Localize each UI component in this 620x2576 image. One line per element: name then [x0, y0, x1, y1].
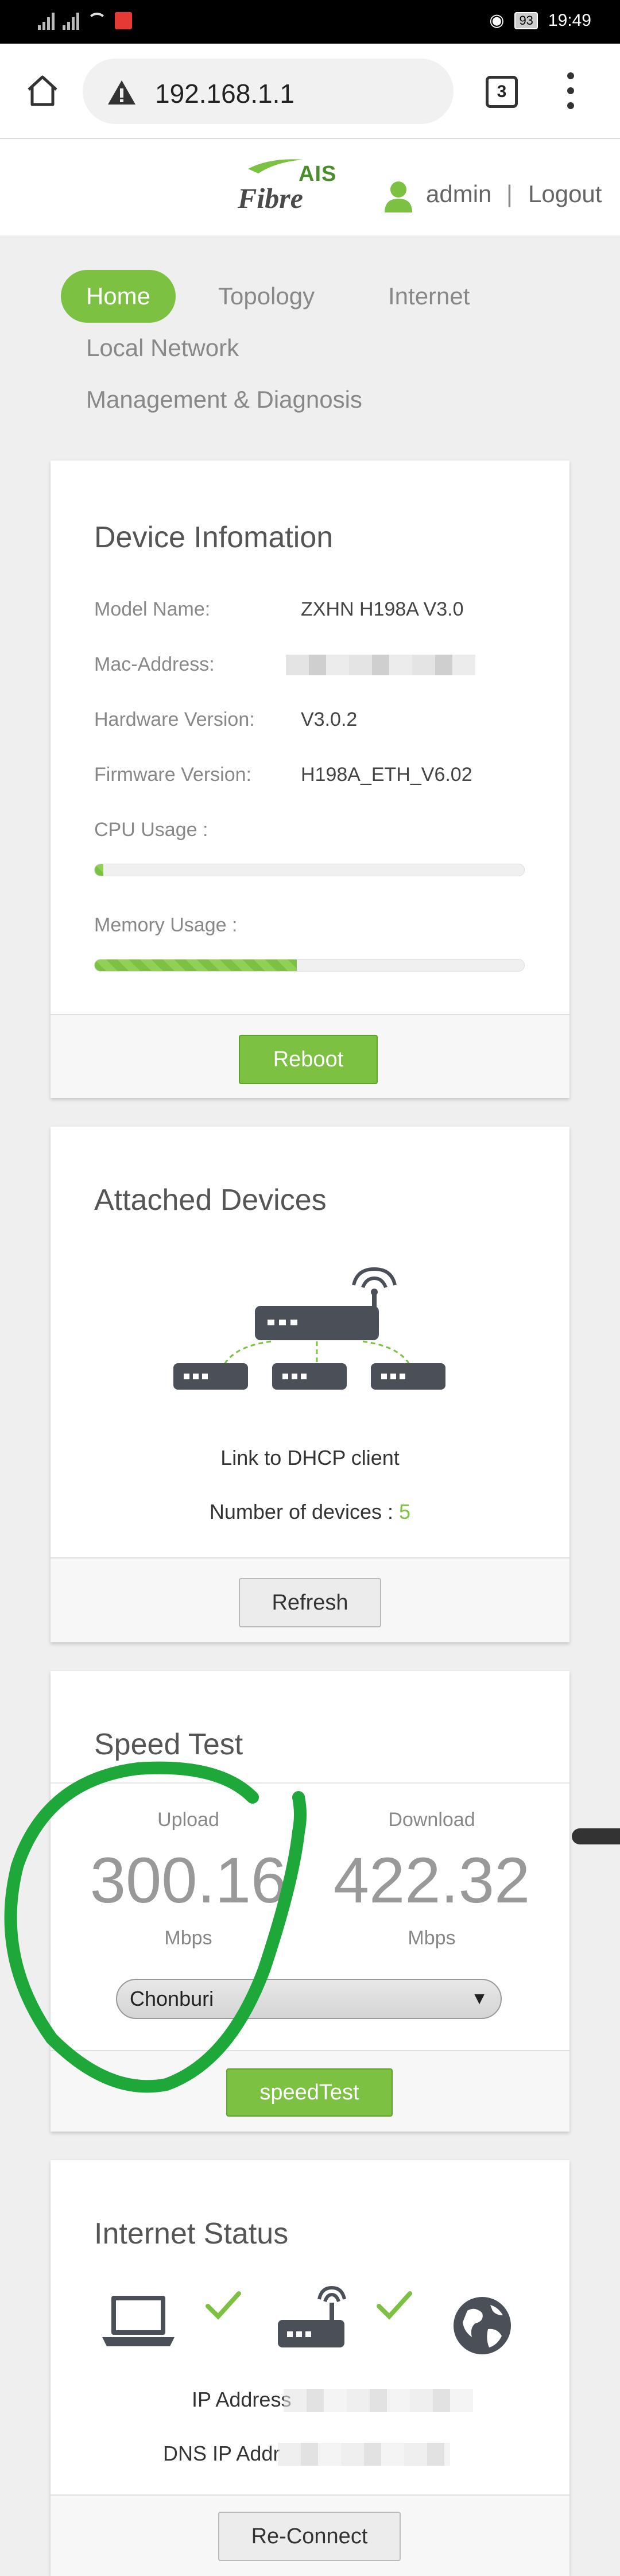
laptop-icon — [102, 2296, 175, 2346]
reconnect-button[interactable]: Re-Connect — [218, 2512, 401, 2561]
model-name-label: Model Name: — [94, 598, 211, 620]
refresh-button[interactable]: Refresh — [239, 1578, 381, 1627]
firmware-version-label: Firmware Version: — [94, 764, 251, 786]
eye-icon: ◉ — [489, 11, 505, 30]
reboot-button[interactable]: Reboot — [239, 1035, 378, 1084]
hardware-version-value: V3.0.2 — [301, 709, 358, 730]
upload-label: Upload — [157, 1809, 219, 1831]
device-count-value: 5 — [399, 1500, 411, 1523]
attached-devices-card: Attached Devices Link to DHCP client Num… — [51, 1127, 569, 1642]
speed-test-card: Speed Test Upload 300.16 Mbps Download 4… — [51, 1671, 569, 2132]
side-handle[interactable] — [572, 1828, 620, 1844]
logout-link[interactable]: Logout — [528, 180, 602, 208]
download-unit: Mbps — [408, 1927, 456, 1949]
wifi-icon — [87, 13, 107, 29]
ais-fibre-logo: AIS Fibre — [235, 156, 344, 214]
internet-status-title: Internet Status — [94, 2217, 289, 2250]
dns-ip-redacted — [278, 2443, 450, 2466]
model-name-value: ZXHN H198A V3.0 — [301, 598, 464, 620]
battery-level: 93 — [514, 11, 538, 29]
server-select-value: Chonburi — [130, 1987, 214, 2010]
speed-test-divider — [51, 1782, 569, 1784]
globe-icon — [454, 2297, 511, 2354]
mac-address-redacted — [286, 655, 475, 675]
device-info-title: Device Infomation — [94, 521, 334, 554]
dhcp-client-link[interactable]: Link to DHCP client — [51, 1446, 569, 1470]
nav-internet[interactable]: Internet — [388, 283, 470, 310]
logo-swoosh-icon — [248, 159, 303, 173]
address-bar[interactable]: 192.168.1.1 — [83, 59, 454, 124]
ip-address-redacted — [284, 2389, 473, 2412]
cpu-usage-bar — [94, 864, 525, 876]
home-icon[interactable] — [25, 74, 60, 108]
header-separator: | — [506, 180, 513, 207]
status-bar: ◉ 93 19:49 — [0, 0, 620, 44]
username: admin — [426, 180, 492, 207]
site-header: AIS Fibre admin | Logout — [0, 139, 620, 235]
nav-home[interactable]: Home — [61, 270, 176, 323]
user-icon — [385, 181, 412, 212]
device-count: Number of devices : 5 — [51, 1500, 569, 1524]
internet-status-footer: Re-Connect — [51, 2494, 569, 2576]
upload-value: 300.16 — [90, 1844, 287, 1916]
server-select[interactable]: Chonburi ▼ — [116, 1979, 502, 2019]
signal-icon-2 — [63, 11, 79, 30]
tabs-count-icon[interactable]: 3 — [486, 76, 518, 108]
mac-address-label: Mac-Address: — [94, 653, 215, 675]
ip-address-label: IP Address — [192, 2388, 292, 2411]
notification-icon — [115, 12, 132, 29]
attached-devices-title: Attached Devices — [94, 1183, 327, 1217]
network-topology-icon — [173, 1267, 445, 1390]
warning-icon[interactable] — [107, 79, 137, 106]
nav-local-network[interactable]: Local Network — [86, 334, 239, 362]
memory-usage-bar — [94, 959, 525, 972]
url-text[interactable]: 192.168.1.1 — [155, 78, 294, 109]
memory-usage-label: Memory Usage : — [94, 914, 238, 936]
nav-management-diagnosis[interactable]: Management & Diagnosis — [86, 386, 362, 413]
speedtest-button[interactable]: speedTest — [226, 2068, 393, 2117]
firmware-version-value: H198A_ETH_V6.02 — [301, 764, 472, 786]
download-value: 422.32 — [333, 1844, 530, 1916]
device-info-card: Device Infomation Model Name: ZXHN H198A… — [51, 461, 569, 1098]
check-icon-1 — [206, 2291, 241, 2320]
speed-test-footer: speedTest — [51, 2050, 569, 2132]
download-label: Download — [388, 1809, 475, 1831]
hardware-version-label: Hardware Version: — [94, 709, 255, 730]
device-info-footer: Reboot — [51, 1014, 569, 1098]
speed-test-title: Speed Test — [94, 1728, 243, 1761]
signal-icon — [38, 11, 55, 30]
memory-usage-fill — [95, 960, 297, 971]
check-icon-2 — [377, 2291, 412, 2320]
chevron-down-icon: ▼ — [471, 1989, 488, 2008]
overflow-menu-icon[interactable] — [565, 72, 576, 109]
clock: 19:49 — [548, 10, 591, 30]
dns-ip-address-label: DNS IP Addr — [163, 2442, 280, 2465]
nav-topology[interactable]: Topology — [218, 283, 315, 310]
device-count-label: Number of devices : — [209, 1500, 400, 1523]
cpu-usage-label: CPU Usage : — [94, 819, 208, 841]
upload-unit: Mbps — [164, 1927, 212, 1949]
attached-devices-footer: Refresh — [51, 1557, 569, 1642]
browser-toolbar: 192.168.1.1 3 — [0, 44, 620, 139]
internet-status-card: Internet Status IP Address DNS IP Addr R… — [51, 2160, 569, 2576]
cpu-usage-fill — [95, 864, 103, 876]
router-icon — [278, 2285, 346, 2347]
